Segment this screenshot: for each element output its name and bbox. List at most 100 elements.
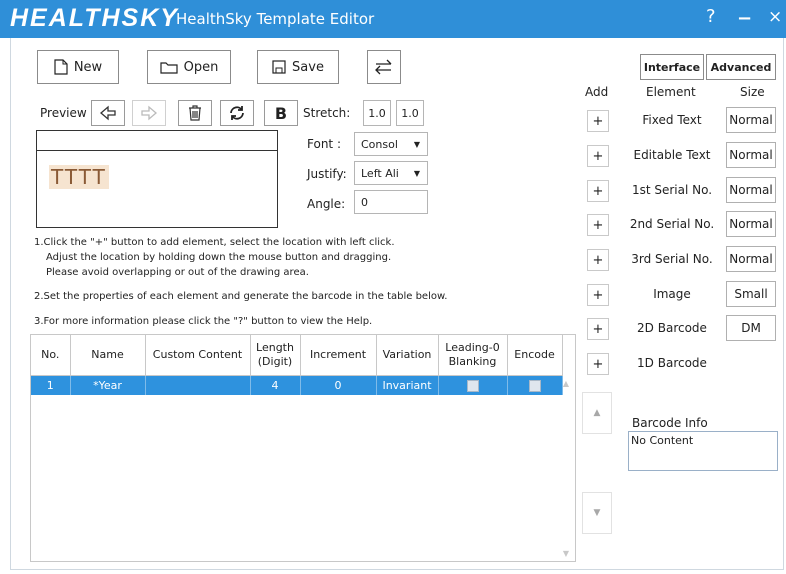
minimize-icon[interactable]: − [737,8,752,29]
element-1st-serial-label: 1st Serial No. [631,183,713,197]
col-header-lead-line2: Blanking [448,355,497,368]
add-editable-text-button[interactable]: + [587,145,609,167]
col-header-no[interactable]: No. [31,335,71,376]
cell-increment[interactable]: 0 [300,375,377,395]
angle-label: Angle: [307,197,346,211]
preview-text-element[interactable]: TTTT [49,165,109,189]
folder-icon [160,62,178,74]
chevron-down-icon: ▼ [413,139,420,149]
angle-field[interactable]: 0 [354,190,428,214]
col-header-custom-content[interactable]: Custom Content [145,335,251,376]
element-fixed-text-label: Fixed Text [642,113,702,127]
trash-icon [189,105,201,121]
refresh-icon [230,106,244,120]
table-scroll-up-icon[interactable]: ▲ [563,379,569,388]
cell-leading-zero[interactable] [438,375,508,395]
size-column-header: Size [740,85,765,99]
stretch-x-field[interactable]: 1.0 [363,100,391,126]
add-image-button[interactable]: + [587,284,609,306]
instruction-line-3: Please avoid overlapping or out of the d… [46,267,309,278]
cell-custom-content[interactable] [145,375,251,395]
help-icon[interactable]: ? [706,6,716,27]
element-column-header: Element [646,85,696,99]
font-label: Font : [307,137,341,151]
size-3rd-serial-button[interactable]: Normal [726,246,776,272]
add-2nd-serial-button[interactable]: + [587,214,609,236]
close-icon[interactable]: × [768,7,782,27]
undo-button[interactable] [91,100,125,126]
swap-arrows-icon [375,59,392,75]
rotate-button[interactable] [220,100,254,126]
size-1st-serial-button[interactable]: Normal [726,177,776,203]
open-button-label: Open [183,59,219,75]
col-header-variation[interactable]: Variation [376,335,439,376]
save-button[interactable]: Save [257,50,339,84]
add-2d-barcode-button[interactable]: + [587,318,609,340]
triangle-down-icon: ▼ [593,508,601,518]
new-button-label: New [73,59,103,75]
col-header-increment[interactable]: Increment [300,335,377,376]
element-3rd-serial-label: 3rd Serial No. [631,252,713,266]
cell-length[interactable]: 4 [250,375,301,395]
add-1d-barcode-button[interactable]: + [587,353,609,375]
table-row[interactable]: 1 *Year 4 0 Invariant [31,375,563,395]
instruction-line-2: Adjust the location by holding down the … [46,252,392,263]
element-2nd-serial-label: 2nd Serial No. [629,217,715,231]
advanced-button[interactable]: Advanced [706,54,776,80]
element-1d-barcode-label: 1D Barcode [637,356,707,370]
size-2d-barcode-button[interactable]: DM [726,315,776,341]
add-1st-serial-button[interactable]: + [587,180,609,202]
swap-button[interactable] [367,50,401,84]
size-fixed-text-button[interactable]: Normal [726,107,776,133]
element-2d-barcode-label: 2D Barcode [637,321,707,335]
encode-checkbox[interactable] [528,380,541,392]
instruction-line-5: 3.For more information please click the … [34,316,373,327]
cell-encode[interactable] [507,375,563,395]
add-fixed-text-button[interactable]: + [587,110,609,132]
element-table-grid: No. Name Custom Content Length (Digit) In… [31,335,563,395]
cell-variation[interactable]: Invariant [376,375,439,395]
instruction-line-4: 2.Set the properties of each element and… [34,291,448,302]
delete-button[interactable] [178,100,212,126]
add-3rd-serial-button[interactable]: + [587,249,609,271]
col-header-length[interactable]: Length (Digit) [250,335,301,376]
cell-no[interactable]: 1 [31,375,71,395]
move-up-button[interactable]: ▲ [582,392,612,434]
open-button[interactable]: Open [147,50,231,84]
cell-name[interactable]: *Year [70,375,146,395]
chevron-down-icon: ▼ [413,168,420,178]
leading-zero-checkbox[interactable] [466,380,479,392]
undo-arrow-icon [100,105,116,121]
interface-button[interactable]: Interface [640,54,704,80]
preview-canvas[interactable]: TTTT [36,130,278,228]
col-header-name[interactable]: Name [70,335,146,376]
size-2nd-serial-button[interactable]: Normal [726,211,776,237]
bold-button[interactable]: B [264,100,298,126]
justify-select[interactable]: Left Ali ▼ [354,161,428,185]
preview-top-band [37,131,277,151]
redo-button[interactable] [132,100,166,126]
window-title: HealthSky Template Editor [176,10,375,28]
add-column-header: Add [585,85,609,99]
size-editable-text-button[interactable]: Normal [726,142,776,168]
redo-arrow-icon [141,105,157,121]
triangle-up-icon: ▲ [593,408,601,418]
col-header-encode[interactable]: Encode [507,335,563,376]
table-header-row: No. Name Custom Content Length (Digit) In… [31,335,563,376]
new-file-icon [54,59,68,75]
col-header-length-line1: Length [256,341,294,354]
col-header-lead-line1: Leading-0 [445,341,500,354]
justify-label: Justify: [307,167,347,181]
move-down-button[interactable]: ▼ [582,492,612,534]
barcode-info-box: No Content [628,431,778,471]
font-select-value: Consol [361,137,398,151]
font-select[interactable]: Consol ▼ [354,132,428,156]
table-scroll-down-icon[interactable]: ▼ [563,549,569,558]
col-header-leading-zero[interactable]: Leading-0 Blanking [438,335,508,376]
element-image-label: Image [653,287,691,301]
col-header-length-line2: (Digit) [257,355,293,368]
stretch-y-field[interactable]: 1.0 [396,100,424,126]
element-table[interactable]: No. Name Custom Content Length (Digit) In… [30,334,576,562]
size-image-button[interactable]: Small [726,281,776,307]
new-button[interactable]: New [37,50,119,84]
